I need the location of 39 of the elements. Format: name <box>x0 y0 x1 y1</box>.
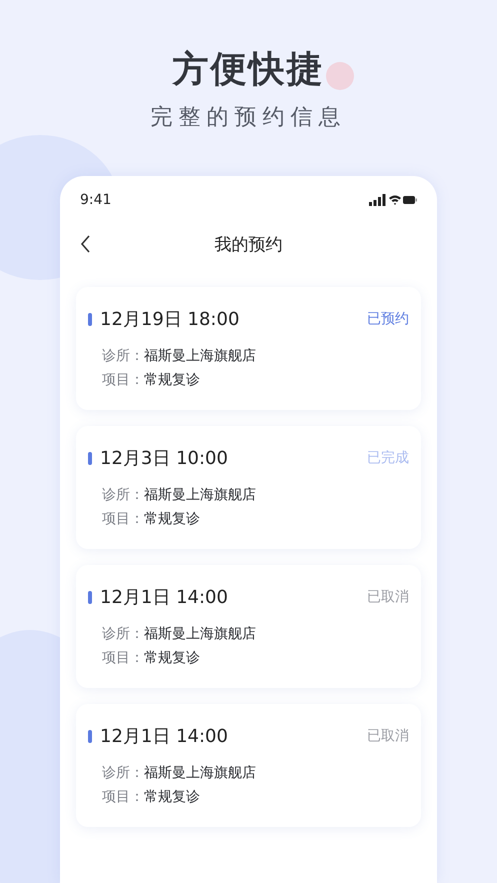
item-label: 项目： <box>102 510 144 528</box>
appointment-datetime: 12月1日 14:00 <box>100 725 229 748</box>
appointment-datetime: 12月1日 14:00 <box>100 586 229 609</box>
item-label: 项目： <box>102 649 144 667</box>
appointment-status: 已取消 <box>367 588 409 606</box>
item-name: 常规复诊 <box>144 510 200 528</box>
clinic-label: 诊所： <box>102 347 144 365</box>
item-name: 常规复诊 <box>144 649 200 667</box>
accent-bar <box>88 452 92 464</box>
appointment-status: 已完成 <box>367 449 409 467</box>
clinic-label: 诊所： <box>102 764 144 782</box>
status-time: 9:41 <box>80 192 112 208</box>
headline: 方便快捷 <box>172 48 324 92</box>
appointment-status: 已预约 <box>367 310 409 328</box>
clinic-name: 福斯曼上海旗舰店 <box>144 486 256 504</box>
item-name: 常规复诊 <box>144 788 200 806</box>
appointment-card[interactable]: 12月1日 14:00 已取消 诊所：福斯曼上海旗舰店 项目：常规复诊 <box>76 704 421 827</box>
appointment-card[interactable]: 12月1日 14:00 已取消 诊所：福斯曼上海旗舰店 项目：常规复诊 <box>76 565 421 688</box>
appointment-card[interactable]: 12月19日 18:00 已预约 诊所：福斯曼上海旗舰店 项目：常规复诊 <box>76 287 421 410</box>
accent-bar <box>88 312 92 326</box>
appointment-card[interactable]: 12月3日 10:00 已完成 诊所：福斯曼上海旗舰店 项目：常规复诊 <box>76 426 421 549</box>
appointment-datetime: 12月3日 10:00 <box>100 447 229 470</box>
clinic-label: 诊所： <box>102 625 144 643</box>
item-name: 常规复诊 <box>144 371 200 389</box>
subtitle: 完整的预约信息 <box>150 104 346 132</box>
clinic-name: 福斯曼上海旗舰店 <box>144 625 256 643</box>
appointment-datetime: 12月19日 18:00 <box>100 308 240 331</box>
clinic-name: 福斯曼上海旗舰店 <box>144 764 256 782</box>
back-icon[interactable] <box>80 235 91 253</box>
nav-title: 我的预约 <box>214 234 282 256</box>
status-icons <box>369 194 417 206</box>
item-label: 项目： <box>102 371 144 389</box>
item-label: 项目： <box>102 788 144 806</box>
clinic-label: 诊所： <box>102 486 144 504</box>
decor-circle <box>326 62 354 90</box>
accent-bar <box>88 590 92 604</box>
clinic-name: 福斯曼上海旗舰店 <box>144 347 256 365</box>
appointment-status: 已取消 <box>367 727 409 745</box>
accent-bar <box>88 730 92 742</box>
